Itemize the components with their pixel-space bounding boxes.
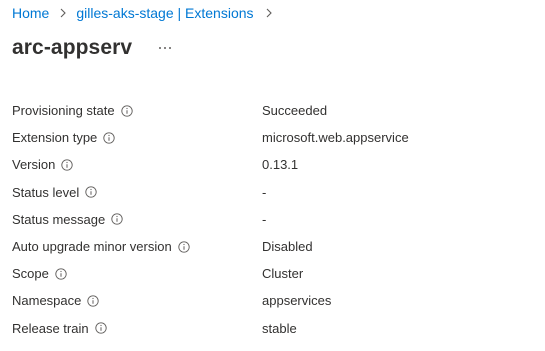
property-row-status-message: Status message - [12, 206, 532, 233]
property-value: microsoft.web.appservice [262, 130, 409, 146]
property-row-auto-upgrade-minor-version: Auto upgrade minor version Disabled [12, 233, 532, 260]
property-label: Extension type [12, 130, 98, 146]
property-row-release-train: Release train stable [12, 315, 532, 342]
property-row-scope: Scope Cluster [12, 260, 532, 287]
breadcrumb: Home gilles-aks-stage | Extensions [12, 4, 282, 22]
property-value: - [262, 184, 267, 200]
property-value: appservices [262, 293, 332, 309]
info-icon[interactable] [55, 268, 67, 280]
property-label: Status level [12, 184, 80, 200]
property-value: Cluster [262, 266, 304, 282]
info-icon[interactable] [111, 213, 123, 225]
property-value: Disabled [262, 239, 313, 255]
property-row-extension-type: Extension type microsoft.web.appservice [12, 124, 532, 151]
info-icon[interactable] [94, 322, 107, 334]
property-label: Provisioning state [12, 103, 115, 119]
breadcrumb-extensions-link[interactable]: gilles-aks-stage | Extensions [76, 5, 253, 21]
property-row-status-level: Status level - [12, 179, 532, 206]
property-label: Status message [12, 211, 106, 227]
more-actions-button[interactable] [154, 37, 176, 59]
properties-list: Provisioning state Succeeded Extension t… [12, 97, 532, 342]
property-row-version: Version 0.13.1 [12, 151, 532, 178]
info-icon[interactable] [103, 132, 115, 144]
chevron-right-icon [266, 8, 272, 18]
property-value: 0.13.1 [262, 157, 299, 173]
property-value: stable [262, 320, 297, 336]
info-icon[interactable] [87, 295, 100, 307]
property-row-namespace: Namespace appservices [12, 287, 532, 314]
property-row-provisioning-state: Provisioning state Succeeded [12, 97, 532, 124]
page-header: arc-appserv [12, 34, 176, 62]
property-label: Namespace [12, 293, 82, 309]
property-label: Version [12, 157, 56, 173]
breadcrumb-home-link[interactable]: Home [12, 5, 49, 21]
info-icon[interactable] [61, 159, 74, 171]
property-value: Succeeded [262, 103, 328, 119]
property-label: Scope [12, 266, 49, 282]
info-icon[interactable] [120, 104, 133, 117]
property-label: Release train [12, 320, 89, 336]
property-value: - [262, 211, 267, 227]
info-icon[interactable] [85, 186, 97, 198]
page-title: arc-appserv [12, 36, 133, 59]
ellipsis-icon [159, 47, 172, 49]
info-icon[interactable] [178, 240, 190, 253]
chevron-right-icon [60, 8, 67, 18]
property-label: Auto upgrade minor version [12, 239, 172, 255]
